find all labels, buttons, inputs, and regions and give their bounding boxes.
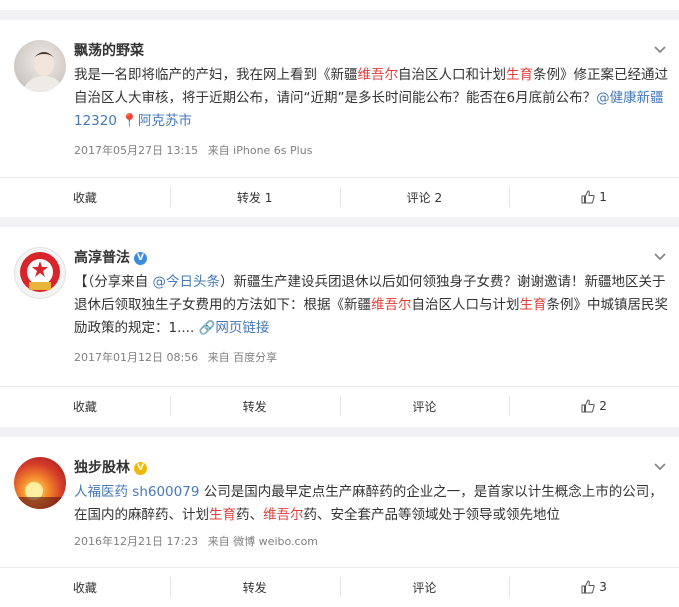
repost-label: 转发 (242, 399, 267, 414)
post-actions: 收藏 转发 评论 2 (0, 386, 679, 425)
comment-label: 评论 (412, 399, 437, 414)
text-segment: 药、安全套产品等领域处于领导或领先地位 (303, 507, 561, 523)
post-time[interactable]: 2016年12月21日 17:23 (74, 535, 198, 548)
inline-link[interactable]: 🔗网页链接 (199, 320, 270, 336)
post-time[interactable]: 2017年01月12日 08:56 (74, 351, 198, 364)
repost-button[interactable]: 转发 1 (169, 178, 340, 216)
keyword-highlight: 生育 (506, 67, 533, 83)
avatar[interactable] (14, 40, 66, 92)
keyword-highlight: 生育 (519, 297, 547, 313)
repost-button[interactable]: 转发 (169, 568, 340, 606)
text-segment: 药、 (236, 507, 263, 523)
like-button[interactable]: 3 (509, 568, 679, 606)
verified-icon: V (134, 461, 147, 475)
comment-button[interactable]: 评论 (339, 568, 510, 606)
weibo-post: 独步股林 V 人福医药 sh600079 公司是国内最早定点生产麻醉药的企业之一，… (0, 437, 679, 607)
collect-button[interactable]: 收藏 (0, 178, 170, 216)
avatar[interactable] (14, 247, 66, 299)
text-segment: 我是一名即将临产的产妇，我在网上看到《新疆 (74, 67, 358, 83)
collect-label: 收藏 (72, 399, 97, 414)
post-source[interactable]: 来自 微博 weibo.com (208, 535, 318, 548)
inline-link[interactable]: @今日头条 (153, 274, 221, 290)
repost-button[interactable]: 转发 (169, 387, 340, 425)
post-text: 人福医药 sh600079 公司是国内最早定点生产麻醉药的企业之一，是首家以计生… (74, 481, 668, 527)
inline-link[interactable]: 人福医药 sh600079 (74, 484, 199, 500)
keyword-highlight: 维吾尔 (371, 297, 412, 313)
post-actions: 收藏 转发 1 评论 2 1 (0, 177, 679, 216)
thumbs-up-icon (581, 190, 595, 204)
comment-button[interactable]: 评论 2 (339, 178, 510, 216)
keyword-highlight: 维吾尔 (357, 67, 399, 83)
like-button[interactable]: 1 (509, 178, 679, 216)
thumbs-up-icon (581, 580, 595, 594)
comment-label: 评论 2 (406, 190, 443, 205)
weibo-post: 飘荡的野菜 我是一名即将临产的产妇，我在网上看到《新疆维吾尔自治区人口和计划生育… (0, 20, 679, 217)
post-text: 【（分享来自 @今日头条）新疆生产建设兵团退休以后如何领独身子女费？谢谢邀请！新… (74, 271, 668, 340)
text-segment: 【（分享来自 (74, 274, 153, 290)
post-text: 我是一名即将临产的产妇，我在网上看到《新疆维吾尔自治区人口和计划生育条例》修正案… (74, 64, 668, 133)
chevron-down-icon[interactable] (653, 249, 667, 263)
post-meta: 2017年05月27日 13:15 来自 iPhone 6s Plus (74, 142, 318, 158)
collect-label: 收藏 (72, 580, 97, 595)
inline-link[interactable]: 📍阿克苏市 (117, 113, 192, 129)
comment-label: 评论 (412, 580, 437, 595)
like-count: 1 (599, 190, 607, 204)
previous-post-fragment (0, 0, 679, 10)
chevron-down-icon[interactable] (653, 459, 667, 473)
post-source[interactable]: 来自 iPhone 6s Plus (208, 144, 313, 157)
post-actions: 收藏 转发 评论 3 (0, 567, 679, 606)
text-segment: 自治区人口和计划 (398, 67, 506, 83)
user-name[interactable]: 独步股林 V (74, 457, 147, 477)
text-segment: 自治区人口与计划 (411, 297, 520, 313)
keyword-highlight: 维吾尔 (263, 507, 304, 523)
post-meta: 2017年01月12日 08:56 来自 百度分享 (74, 349, 283, 365)
like-count: 3 (599, 580, 607, 594)
thumbs-up-icon (581, 399, 595, 413)
user-name[interactable]: 高淳普法 V (74, 247, 147, 267)
repost-label: 转发 1 (236, 190, 273, 205)
post-meta: 2016年12月21日 17:23 来自 微博 weibo.com (74, 533, 324, 549)
verified-icon: V (134, 251, 147, 265)
avatar[interactable] (14, 457, 66, 509)
collect-button[interactable]: 收藏 (0, 387, 170, 425)
keyword-highlight: 生育 (209, 507, 236, 523)
like-count: 2 (599, 399, 607, 413)
collect-button[interactable]: 收藏 (0, 568, 170, 606)
post-time[interactable]: 2017年05月27日 13:15 (74, 144, 198, 157)
post-source[interactable]: 来自 百度分享 (208, 351, 278, 364)
comment-button[interactable]: 评论 (339, 387, 510, 425)
repost-label: 转发 (242, 580, 267, 595)
user-name[interactable]: 飘荡的野菜 (74, 40, 144, 60)
collect-label: 收藏 (72, 190, 97, 205)
like-button[interactable]: 2 (509, 387, 679, 425)
weibo-post: 高淳普法 V 【（分享来自 @今日头条）新疆生产建设兵团退休以后如何领独身子女费？… (0, 227, 679, 427)
chevron-down-icon[interactable] (653, 42, 667, 56)
